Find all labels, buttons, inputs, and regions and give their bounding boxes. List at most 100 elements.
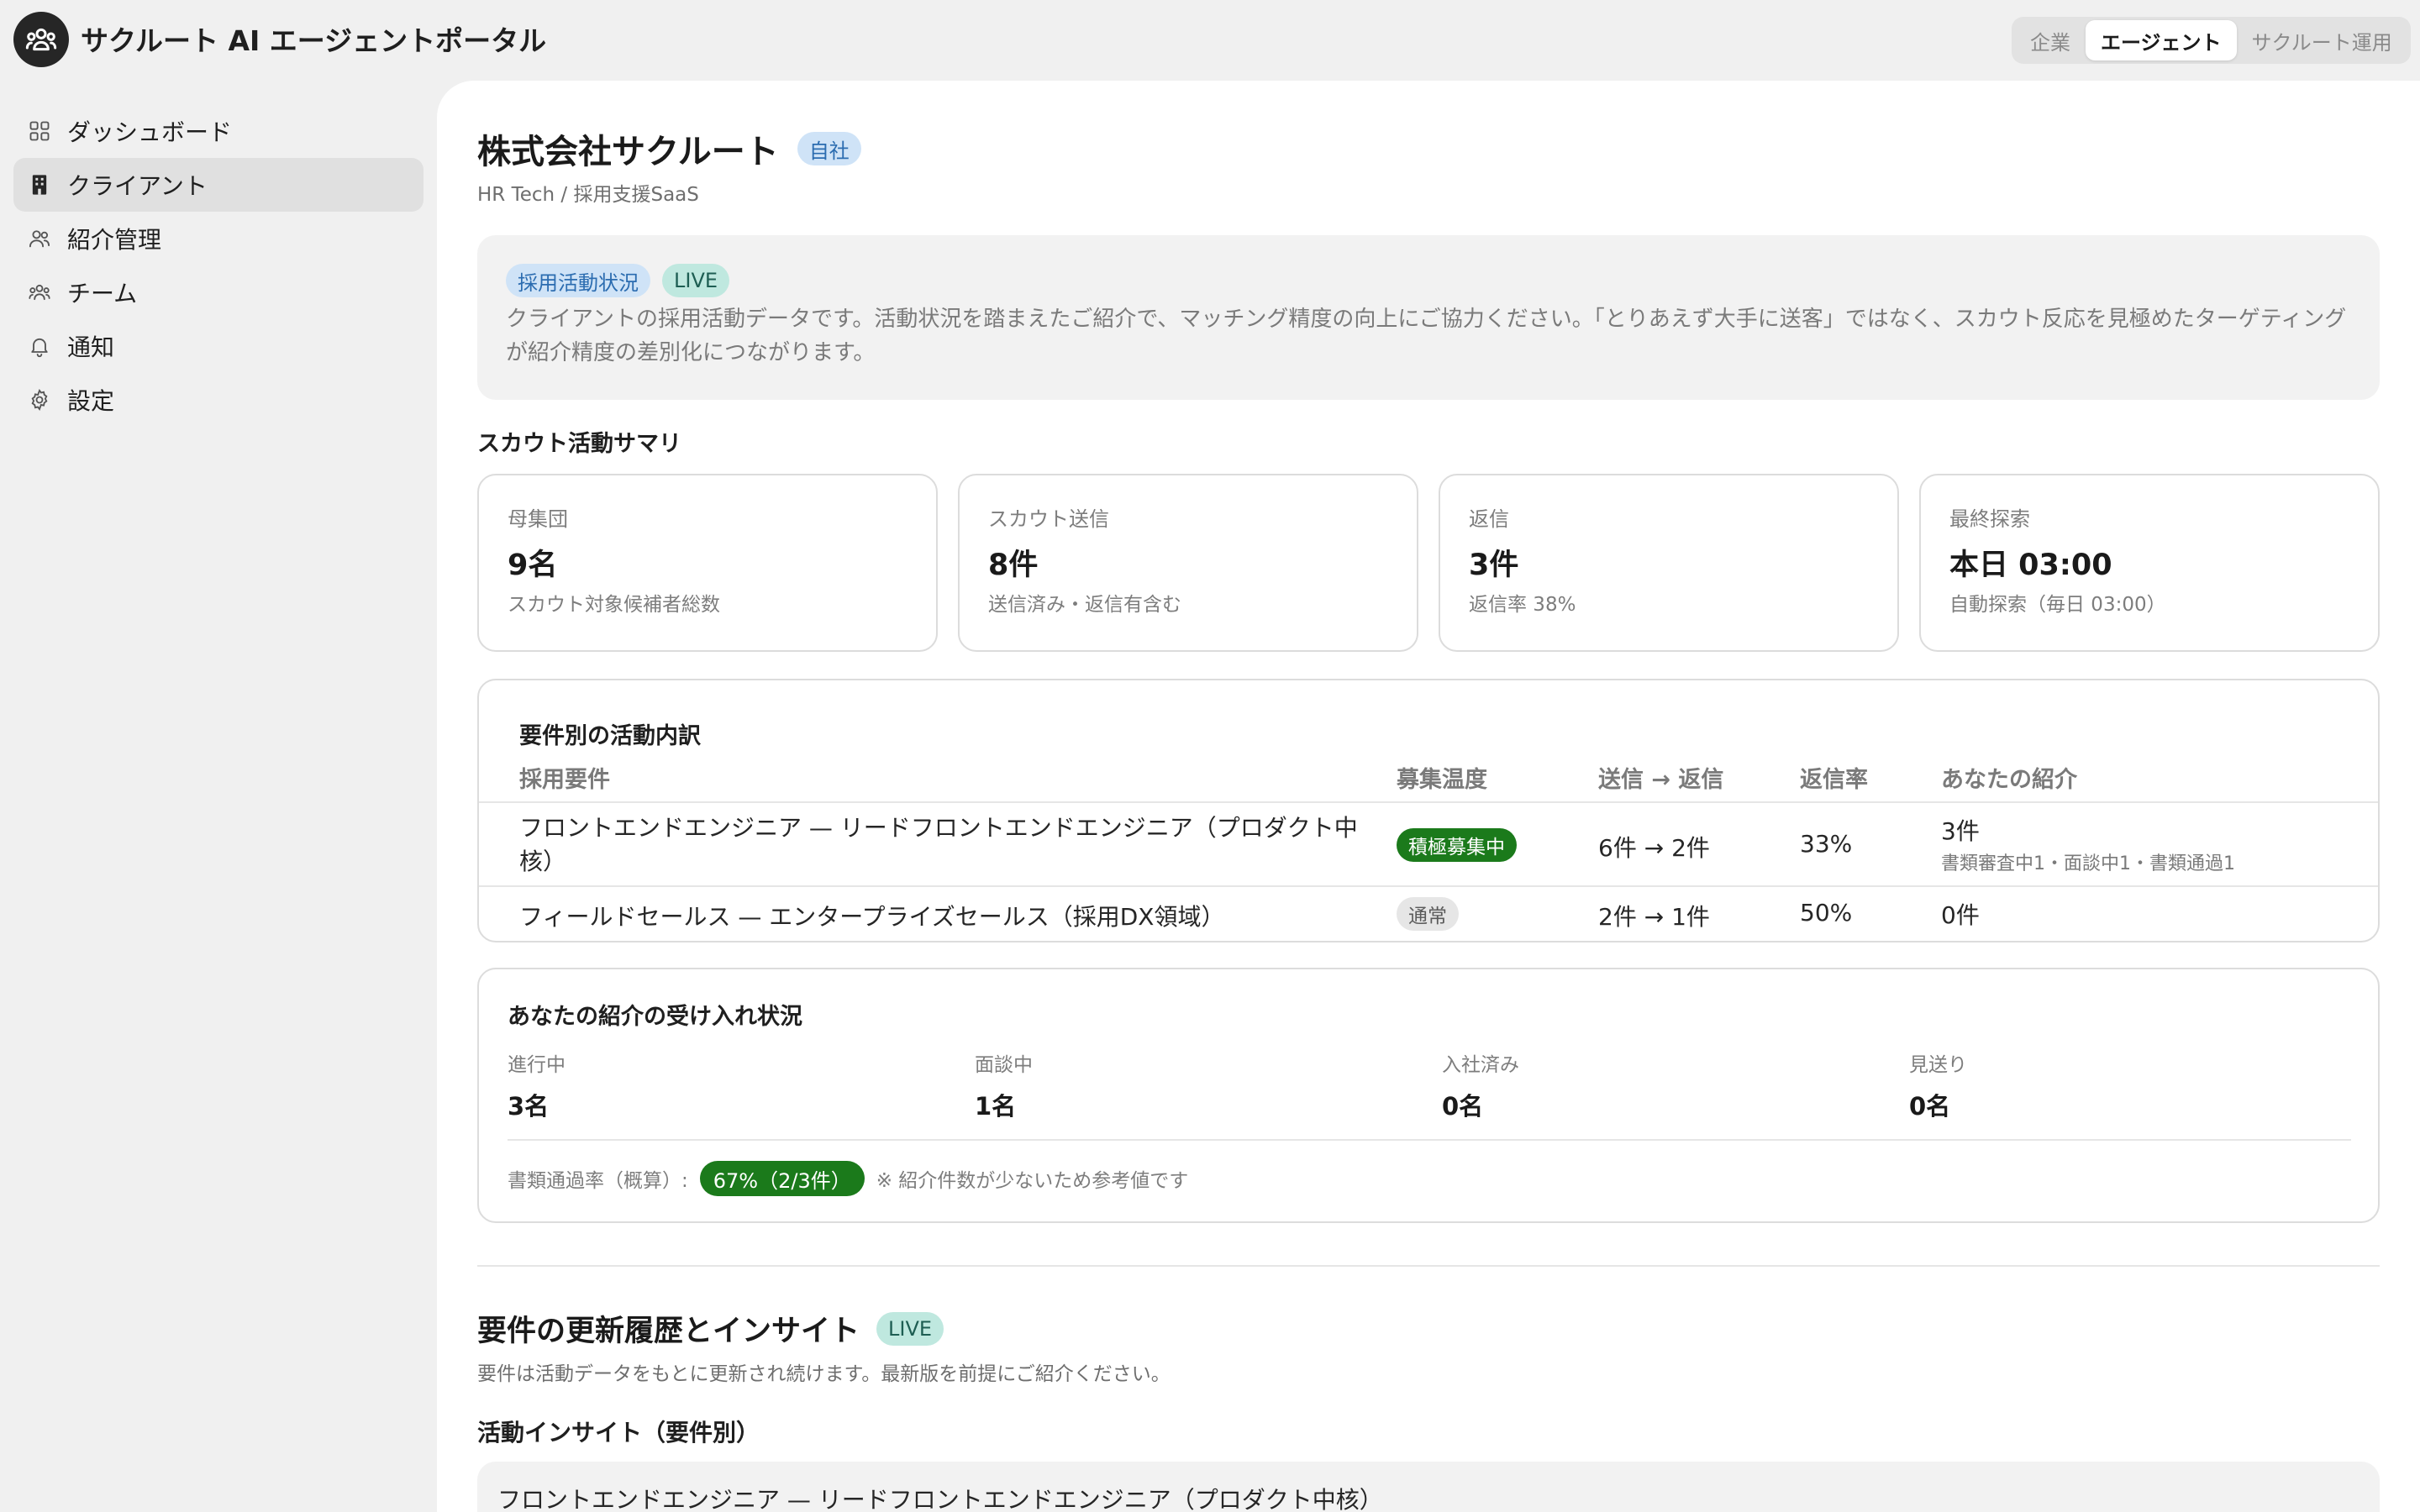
requirement-line: フロントエンドエンジニア — リードフロントエンドエンジニア（プロダクト中 (519, 814, 1358, 842)
card-value: 8件 (988, 549, 1039, 582)
stat-in-progress: 進行中 3名 (508, 1048, 566, 1122)
bell-icon (27, 333, 52, 359)
insight-item-title: フロントエンドエンジニア — リードフロントエンドエンジニア（プロダクト中核） (497, 1486, 1383, 1512)
own-company-badge: 自社 (797, 132, 861, 165)
stat-label: 面談中 (975, 1054, 1033, 1076)
summary-card-replies: 返信 3件 返信率 38% (1439, 474, 1899, 652)
app-header: サクルート AI エージェントポータル 企業 エージェント サクルート運用 (0, 0, 2420, 81)
company-header: 株式会社サクルート 自社 (477, 124, 861, 173)
building-icon (27, 172, 52, 197)
stat-value: 0名 (1442, 1092, 1484, 1121)
dashboard-grid-icon (27, 118, 52, 144)
breakdown-title: 要件別の活動内訳 (519, 723, 701, 749)
column-header-sent-reply: 送信 → 返信 (1598, 767, 1724, 793)
stat-value: 1名 (975, 1092, 1017, 1121)
card-note: 送信済み・返信有含む (988, 594, 1181, 616)
sidebar-item-label: クライアント (67, 172, 208, 200)
sidebar-item-dashboard[interactable]: ダッシュボード (13, 104, 424, 158)
card-label: 返信 (1469, 507, 1509, 531)
temperature-badge: 積極募集中 (1397, 828, 1517, 862)
sidebar-item-settings[interactable]: 設定 (13, 373, 424, 427)
sidebar-item-clients[interactable]: クライアント (13, 158, 424, 212)
card-value: 9名 (508, 549, 558, 582)
card-value: 本日 03:00 (1949, 549, 2112, 582)
sidebar-item-label: ダッシュボード (67, 118, 233, 146)
temperature-badge: 通常 (1397, 897, 1459, 931)
sidebar-item-label: チーム (67, 280, 138, 307)
company-name: 株式会社サクルート (477, 133, 779, 171)
notice-tag: 採用活動状況 (506, 264, 650, 297)
card-label: スカウト送信 (988, 507, 1109, 531)
card-note: 自動探索（毎日 03:00） (1949, 594, 2166, 616)
card-label: 母集団 (508, 507, 568, 531)
sidebar-item-label: 紹介管理 (67, 226, 162, 254)
notice-text: クライアントの採用活動データです。活動状況を踏まえたご紹介で、マッチング精度の向… (506, 307, 2347, 365)
card-note: 返信率 38% (1469, 594, 1576, 616)
column-header-temperature: 募集温度 (1397, 767, 1487, 793)
column-header-reply-rate: 返信率 (1800, 767, 1868, 793)
requirement-breakdown-table: 要件別の活動内訳 採用要件 募集温度 送信 → 返信 返信率 あなたの紹介 フロ… (477, 679, 2380, 942)
section-divider (477, 1265, 2380, 1267)
acceptance-title: あなたの紹介の受け入れ状況 (508, 1004, 802, 1030)
mode-agent-button[interactable]: エージェント (2086, 20, 2237, 60)
column-header-your-referrals: あなたの紹介 (1941, 767, 2077, 793)
team-icon (27, 280, 52, 305)
sidebar-item-label: 設定 (67, 387, 115, 415)
stat-hired: 入社済み 0名 (1442, 1048, 1519, 1122)
referral-acceptance-card: あなたの紹介の受け入れ状況 進行中 3名 面談中 1名 入社済み 0名 見送り … (477, 968, 2380, 1223)
card-value: 3件 (1469, 549, 1519, 582)
stat-label: 見送り (1909, 1054, 1967, 1076)
divider (508, 1139, 2351, 1141)
live-badge: LIVE (876, 1311, 944, 1346)
gear-icon (27, 387, 52, 412)
live-badge: LIVE (662, 264, 730, 297)
users-icon (27, 226, 52, 251)
history-title: 要件の更新履歴とインサイト (477, 1315, 860, 1348)
stat-interviewing: 面談中 1名 (975, 1048, 1033, 1122)
pass-rate-note: ※ 紹介件数が少ないため参考値です (876, 1170, 1189, 1192)
table-row[interactable]: フィールドセールス — エンタープライズセールス（採用DX領域） 通常 2件 →… (479, 887, 2378, 939)
main-panel: 株式会社サクルート 自社 HR Tech / 採用支援SaaS 採用活動状況 L… (437, 81, 2420, 1512)
table-row[interactable]: フロントエンドエンジニア — リードフロントエンドエンジニア（プロダクト中 核）… (479, 803, 2378, 885)
sent-reply-cell: 6件 → 2件 (1598, 834, 1710, 862)
reply-rate-cell: 33% (1800, 830, 1853, 858)
app-title: サクルート AI エージェントポータル (81, 24, 547, 57)
requirement-line: 核） (519, 848, 567, 875)
pass-rate-badge: 67%（2/3件） (699, 1161, 865, 1196)
referral-status-detail: 書類審査中1・面談中1・書類通過1 (1941, 853, 2235, 874)
history-header: 要件の更新履歴とインサイト LIVE (477, 1307, 944, 1350)
card-note: スカウト対象候補者総数 (508, 594, 720, 616)
card-label: 最終探索 (1949, 507, 2030, 531)
summary-card-population: 母集団 9名 スカウト対象候補者総数 (477, 474, 938, 652)
notice-tags: 採用活動状況 LIVE (506, 264, 730, 297)
mode-company-button[interactable]: 企業 (2015, 20, 2086, 60)
stat-label: 入社済み (1442, 1054, 1519, 1076)
mode-operation-button[interactable]: サクルート運用 (2237, 20, 2407, 60)
requirement-cell: フィールドセールス — エンタープライズセールス（採用DX領域） (519, 903, 1225, 931)
sidebar-item-team[interactable]: チーム (13, 265, 424, 319)
pass-rate-label: 書類通過率（概算）: (508, 1170, 688, 1192)
sent-reply-cell: 2件 → 1件 (1598, 903, 1710, 931)
requirement-cell: フロントエンドエンジニア — リードフロントエンドエンジニア（プロダクト中 核） (519, 811, 1358, 879)
column-header-requirement: 採用要件 (519, 767, 610, 793)
pass-rate-row: 書類通過率（概算）: 67%（2/3件） ※ 紹介件数が少ないため参考値です (508, 1161, 1188, 1196)
your-referrals-cell: 3件 (1941, 817, 1980, 845)
temperature-cell: 通常 (1397, 897, 1459, 931)
sidebar-item-notifications[interactable]: 通知 (13, 319, 424, 373)
stat-value: 0名 (1909, 1092, 1951, 1121)
stat-declined: 見送り 0名 (1909, 1048, 1967, 1122)
insight-item[interactable]: フロントエンドエンジニア — リードフロントエンドエンジニア（プロダクト中核） (477, 1462, 2380, 1512)
insight-title: 活動インサイト（要件別） (477, 1419, 760, 1446)
reply-rate-cell: 50% (1800, 899, 1853, 927)
stat-value: 3名 (508, 1092, 550, 1121)
history-subtitle: 要件は活動データをもとに更新され続けます。最新版を前提にご紹介ください。 (477, 1363, 1171, 1385)
sidebar-item-label: 通知 (67, 333, 115, 361)
mode-switch: 企業 エージェント サクルート運用 (2012, 17, 2411, 64)
sidebar-item-referrals[interactable]: 紹介管理 (13, 212, 424, 265)
company-subtitle: HR Tech / 採用支援SaaS (477, 184, 699, 206)
scout-summary-title: スカウト活動サマリ (477, 431, 681, 457)
summary-card-last-search: 最終探索 本日 03:00 自動探索（毎日 03:00） (1919, 474, 2380, 652)
your-referrals-cell: 0件 (1941, 901, 1980, 929)
app-logo[interactable] (13, 12, 69, 67)
temperature-cell: 積極募集中 (1397, 828, 1517, 862)
